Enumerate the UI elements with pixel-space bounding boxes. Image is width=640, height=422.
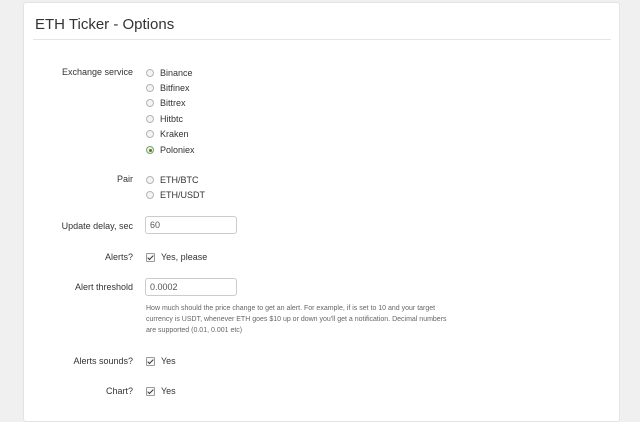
chart-option[interactable]: Yes (146, 384, 176, 398)
update-delay-label: Update delay, sec (61, 221, 133, 231)
exchange-option-label: Bitfinex (160, 83, 190, 93)
alerts-sounds-label: Alerts sounds? (73, 356, 133, 366)
radio-bitfinex[interactable] (146, 84, 154, 92)
alerts-label: Alerts? (104, 252, 133, 262)
page-title: ETH Ticker - Options (35, 16, 175, 33)
title-divider (33, 39, 611, 40)
pair-option-eth-btc[interactable]: ETH/BTC (146, 173, 199, 187)
exchange-option-label: Binance (160, 68, 193, 78)
exchange-option-kraken[interactable]: Kraken (146, 127, 189, 141)
alerts-checkbox-label: Yes, please (161, 252, 208, 262)
radio-hitbtc[interactable] (146, 115, 154, 123)
options-panel: ETH Ticker - Options Exchange service Bi… (23, 2, 620, 422)
pair-option-label: ETH/BTC (160, 175, 199, 185)
exchange-option-bitfinex[interactable]: Bitfinex (146, 81, 190, 95)
pair-option-eth-usdt[interactable]: ETH/USDT (146, 188, 205, 202)
chart-label: Chart? (105, 386, 133, 396)
alert-threshold-input[interactable] (145, 278, 237, 296)
pair-option-label: ETH/USDT (160, 190, 205, 200)
radio-bittrex[interactable] (146, 99, 154, 107)
chart-checkbox-label: Yes (161, 386, 176, 396)
alerts-checkbox[interactable] (146, 252, 155, 262)
exchange-option-label: Hitbtc (160, 114, 184, 124)
exchange-service-label: Exchange service (61, 67, 133, 77)
alert-threshold-help: How much should the price change to get … (146, 305, 447, 334)
update-delay-input[interactable] (145, 216, 237, 234)
alert-threshold-label: Alert threshold (74, 282, 133, 292)
exchange-option-label: Bittrex (160, 98, 186, 108)
chart-checkbox[interactable] (146, 386, 155, 396)
alerts-sounds-checkbox[interactable] (146, 356, 155, 366)
alerts-sounds-checkbox-label: Yes (161, 356, 176, 366)
exchange-option-label: Poloniex (160, 145, 195, 155)
radio-poloniex[interactable] (146, 146, 154, 154)
exchange-option-bittrex[interactable]: Bittrex (146, 96, 186, 110)
radio-eth-usdt[interactable] (146, 191, 154, 199)
radio-binance[interactable] (146, 69, 154, 77)
radio-kraken[interactable] (146, 130, 154, 138)
radio-eth-btc[interactable] (146, 176, 154, 184)
alerts-sounds-option[interactable]: Yes (146, 354, 176, 368)
exchange-option-hitbtc[interactable]: Hitbtc (146, 112, 183, 126)
exchange-option-label: Kraken (160, 129, 189, 139)
exchange-option-binance[interactable]: Binance (146, 66, 193, 80)
alerts-option[interactable]: Yes, please (146, 250, 207, 264)
pair-label: Pair (116, 174, 133, 184)
exchange-option-poloniex[interactable]: Poloniex (146, 143, 195, 157)
